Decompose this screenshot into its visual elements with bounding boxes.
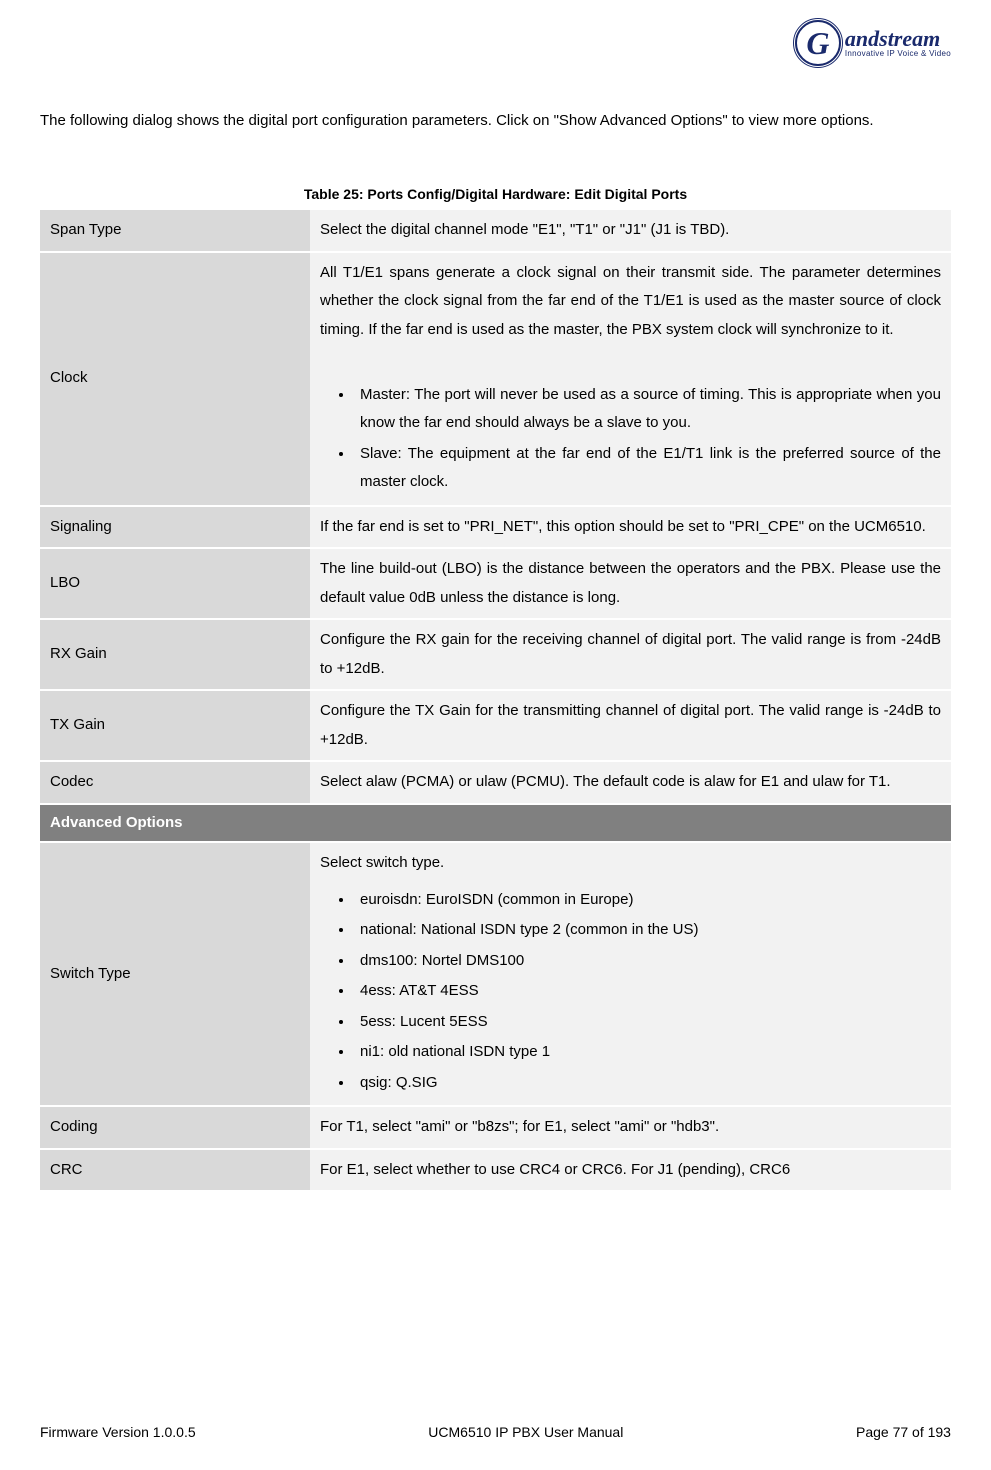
row-desc: Select alaw (PCMA) or ulaw (PCMU). The d… xyxy=(310,762,951,803)
intro-paragraph: The following dialog shows the digital p… xyxy=(40,106,951,136)
bullet-list: Master: The port will never be used as a… xyxy=(320,381,941,497)
table-row: RX Gain Configure the RX gain for the re… xyxy=(40,620,951,689)
list-item: Master: The port will never be used as a… xyxy=(354,381,941,438)
table-row: Clock All T1/E1 spans generate a clock s… xyxy=(40,253,951,505)
row-label: RX Gain xyxy=(40,620,310,689)
list-item: dms100: Nortel DMS100 xyxy=(354,947,941,976)
row-desc: Configure the TX Gain for the transmitti… xyxy=(310,691,951,760)
footer-left: Firmware Version 1.0.0.5 xyxy=(40,1424,196,1440)
table-row: Coding For T1, select "ami" or "b8zs"; f… xyxy=(40,1107,951,1148)
row-label: LBO xyxy=(40,549,310,618)
config-table: Span Type Select the digital channel mod… xyxy=(40,208,951,1192)
list-item: Slave: The equipment at the far end of t… xyxy=(354,440,941,497)
table-caption: Table 25: Ports Config/Digital Hardware:… xyxy=(40,186,951,202)
row-label: Clock xyxy=(40,253,310,505)
table-row: LBO The line build-out (LBO) is the dist… xyxy=(40,549,951,618)
row-label: Codec xyxy=(40,762,310,803)
row-label: Switch Type xyxy=(40,843,310,1105)
table-row: CRC For E1, select whether to use CRC4 o… xyxy=(40,1150,951,1191)
logo-name: andstream xyxy=(845,28,951,50)
table-row: Codec Select alaw (PCMA) or ulaw (PCMU).… xyxy=(40,762,951,803)
row-label: CRC xyxy=(40,1150,310,1191)
logo-mark-icon: G xyxy=(795,20,841,66)
table-row: Switch Type Select switch type. euroisdn… xyxy=(40,843,951,1105)
section-header-row: Advanced Options xyxy=(40,805,951,842)
row-desc-text: Select switch type. xyxy=(320,854,444,871)
row-desc: All T1/E1 spans generate a clock signal … xyxy=(310,253,951,505)
row-desc: Configure the RX gain for the receiving … xyxy=(310,620,951,689)
row-label: Coding xyxy=(40,1107,310,1148)
bullet-list: euroisdn: EuroISDN (common in Europe) na… xyxy=(320,886,941,1098)
list-item: qsig: Q.SIG xyxy=(354,1069,941,1098)
row-desc: For E1, select whether to use CRC4 or CR… xyxy=(310,1150,951,1191)
logo-tagline: Innovative IP Voice & Video xyxy=(845,50,951,58)
table-row: TX Gain Configure the TX Gain for the tr… xyxy=(40,691,951,760)
table-row: Signaling If the far end is set to "PRI_… xyxy=(40,507,951,548)
section-header: Advanced Options xyxy=(40,805,951,842)
row-desc-text: All T1/E1 spans generate a clock signal … xyxy=(320,264,941,338)
list-item: ni1: old national ISDN type 1 xyxy=(354,1038,941,1067)
page-header: G andstream Innovative IP Voice & Video xyxy=(40,20,951,66)
footer-center: UCM6510 IP PBX User Manual xyxy=(428,1424,623,1440)
table-row: Span Type Select the digital channel mod… xyxy=(40,210,951,251)
list-item: euroisdn: EuroISDN (common in Europe) xyxy=(354,886,941,915)
row-desc: For T1, select "ami" or "b8zs"; for E1, … xyxy=(310,1107,951,1148)
row-desc: Select switch type. euroisdn: EuroISDN (… xyxy=(310,843,951,1105)
row-label: Signaling xyxy=(40,507,310,548)
list-item: national: National ISDN type 2 (common i… xyxy=(354,916,941,945)
row-desc: If the far end is set to "PRI_NET", this… xyxy=(310,507,951,548)
page-footer: Firmware Version 1.0.0.5 UCM6510 IP PBX … xyxy=(40,1424,951,1440)
list-item: 4ess: AT&T 4ESS xyxy=(354,977,941,1006)
row-desc: Select the digital channel mode "E1", "T… xyxy=(310,210,951,251)
row-label: TX Gain xyxy=(40,691,310,760)
list-item: 5ess: Lucent 5ESS xyxy=(354,1008,941,1037)
row-desc: The line build-out (LBO) is the distance… xyxy=(310,549,951,618)
footer-right: Page 77 of 193 xyxy=(856,1424,951,1440)
brand-logo: G andstream Innovative IP Voice & Video xyxy=(795,20,951,66)
logo-text: andstream Innovative IP Voice & Video xyxy=(845,28,951,58)
row-label: Span Type xyxy=(40,210,310,251)
